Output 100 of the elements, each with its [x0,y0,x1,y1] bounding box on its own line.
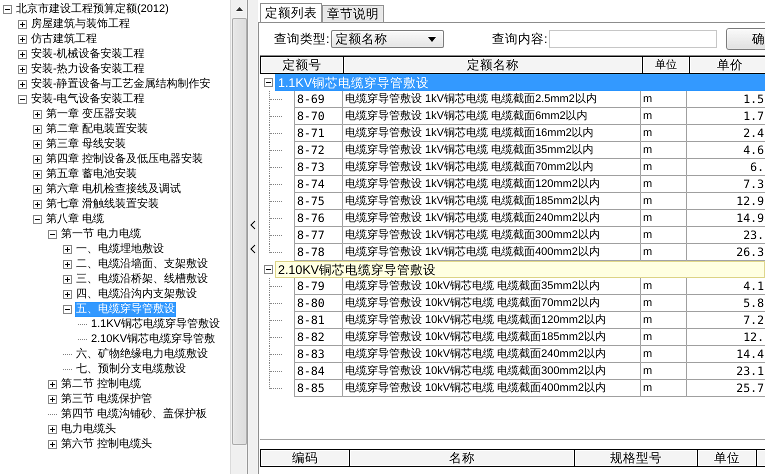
tree-item[interactable]: 七、预制分支电缆敷设 [75,362,187,377]
query-type-label: 查询类型: [274,30,330,48]
scroll-thumb[interactable] [232,18,246,445]
collapse-icon[interactable] [264,265,273,274]
collapse-left-icon[interactable] [250,220,256,230]
table-cell: 8-82 [294,329,342,346]
collapse-icon[interactable] [33,215,42,224]
column-header[interactable]: 定额号 [261,57,344,73]
expand-icon[interactable] [33,125,42,134]
collapse-icon[interactable] [18,95,27,104]
expand-icon[interactable] [18,20,27,29]
expand-icon[interactable] [18,50,27,59]
table-cell: m [640,363,686,380]
tree-item[interactable]: 第三章 母线安装 [45,137,128,152]
tree-item[interactable]: 第五章 蓄电池安装 [45,167,138,182]
tree-item[interactable]: 安装-机械设备安装工程 [30,47,146,62]
tree-item[interactable]: 安装-静置设备与工艺金属结构制作安 [30,77,212,92]
table-cell: m [640,142,686,159]
tree-item[interactable]: 安装-电气设备安装工程 [30,92,146,107]
query-content-field[interactable] [549,30,718,48]
expand-icon[interactable] [18,65,27,74]
tree-item[interactable]: 北京市建设工程预算定额(2012) [15,2,170,17]
tree-item[interactable]: 第四节 电缆沟铺砂、盖保护板 [60,407,208,422]
expand-icon[interactable] [63,290,72,299]
table-cell: 电缆穿导管敷设 10kV铜芯电缆 电缆截面120mm2以内 [342,312,640,329]
tree-item[interactable]: 六、矿物绝缘电力电缆敷设 [75,347,209,362]
expand-icon[interactable] [18,80,27,89]
table-cell: m [640,91,686,108]
expand-icon[interactable] [18,35,27,44]
expand-icon[interactable] [48,380,57,389]
tree-item[interactable]: 第八章 电缆 [45,212,106,227]
table-cell: 电缆穿导管敷设 1kV铜芯电缆 电缆截面6mm2以内 [342,108,640,125]
tree-item[interactable]: 第一章 变压器安装 [45,107,138,122]
collapse-left-icon[interactable] [250,244,256,254]
expand-icon[interactable] [33,200,42,209]
group-row[interactable]: 2.10KV铜芯电缆穿导管敷设 [275,261,765,278]
query-content-label: 查询内容: [492,30,548,48]
tree-item[interactable]: 第三节 电缆保护管 [60,392,154,407]
table-cell: 4.1 [686,278,765,295]
column-header[interactable]: 单位 [643,57,690,73]
tree-item[interactable]: 四、电缆沿沟内支架敷设 [75,287,198,302]
expand-icon[interactable] [33,155,42,164]
table-cell: 电缆穿导管敷设 10kV铜芯电缆 电缆截面185mm2以内 [342,329,640,346]
column-header[interactable]: 编码 [261,450,350,466]
expand-icon[interactable] [33,110,42,119]
tree-item[interactable]: 1.1KV铜芯电缆穿导管敷设 [90,317,221,332]
collapse-icon[interactable] [63,305,72,314]
tree-item[interactable]: 第四章 控制设备及低压电器安装 [45,152,204,167]
expand-icon[interactable] [48,395,57,404]
column-header[interactable]: 单价 [690,57,765,73]
tree-item[interactable]: 第七章 滑触线装置安装 [45,197,160,212]
tree-item[interactable]: 安装-热力设备安装工程 [30,62,146,77]
table-cell: 2.4 [686,125,765,142]
expand-icon[interactable] [33,185,42,194]
confirm-button[interactable]: 确 [726,28,765,50]
table-cell: m [640,346,686,363]
table-cell: 1.7 [686,108,765,125]
tree-item[interactable]: 仿古建筑工程 [30,32,98,47]
tab[interactable]: 章节说明 [322,5,384,22]
expand-icon[interactable] [33,140,42,149]
table-cell: 14.9 [686,210,765,227]
expand-icon[interactable] [48,440,57,449]
tree-item[interactable]: 房屋建筑与装饰工程 [30,17,131,32]
tree-item[interactable]: 电力电缆头 [60,422,117,437]
collapse-icon[interactable] [3,5,12,14]
expand-icon[interactable] [63,260,72,269]
table-cell: m [640,193,686,210]
expand-icon[interactable] [48,425,57,434]
column-header[interactable]: 定额名称 [344,57,643,73]
expand-icon[interactable] [63,245,72,254]
table-cell: 4.6 [686,142,765,159]
column-header[interactable]: 单位 [698,450,757,466]
collapse-icon[interactable] [264,78,273,87]
table-cell: 8-70 [294,108,342,125]
tree-item[interactable]: 第二章 配电装置安装 [45,122,150,137]
tree-item[interactable]: 第二节 控制电缆 [60,377,142,392]
collapse-icon[interactable] [48,230,57,239]
tree-item[interactable]: 一、电缆埋地敷设 [75,242,165,257]
tab[interactable]: 定额列表 [260,3,322,22]
expand-icon[interactable] [33,170,42,179]
tree-item[interactable]: 2.10KV铜芯电缆穿导管敷 [90,332,216,347]
column-header[interactable]: 名称 [350,450,575,466]
table-cell: 7.3 [686,176,765,193]
query-type-dropdown[interactable]: 定额名称 [331,30,444,48]
tree-item[interactable]: 第六章 电机检查接线及调试 [45,182,182,197]
tree-item[interactable]: 三、电缆沿桥架、线槽敷设 [75,272,209,287]
table-cell: 1.5 [686,91,765,108]
table-cell: 8-81 [294,312,342,329]
column-header[interactable]: 规格型号 [575,450,698,466]
table-cell: 12. [686,329,765,346]
table-cell: 8-83 [294,346,342,363]
table-cell: 12.9 [686,193,765,210]
tree-item[interactable]: 第一节 电力电缆 [60,227,142,242]
scrollbar[interactable] [230,0,247,474]
table-cell: m [640,125,686,142]
table-cell: 8-77 [294,227,342,244]
tree-item[interactable]: 第六节 控制电缆头 [60,437,154,452]
table-cell: 电缆穿导管敷设 1kV铜芯电缆 电缆截面120mm2以内 [342,176,640,193]
tree-item[interactable]: 二、电缆沿墙面、支架敷设 [75,257,209,272]
expand-icon[interactable] [63,275,72,284]
